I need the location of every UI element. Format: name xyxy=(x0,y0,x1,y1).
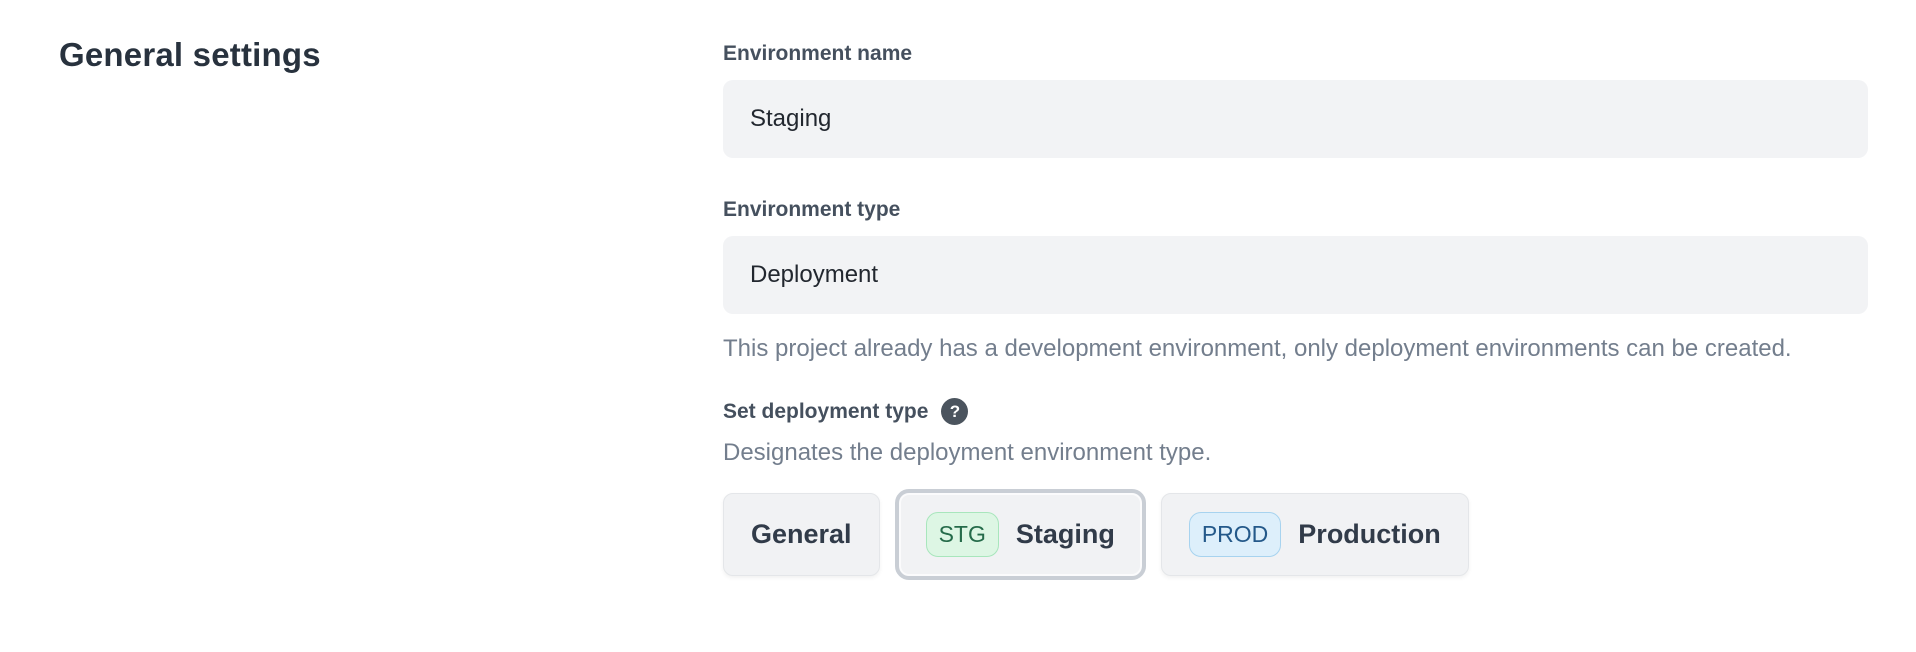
prod-badge: PROD xyxy=(1189,512,1281,557)
environment-type-label: Environment type xyxy=(723,198,1868,222)
option-label: Staging xyxy=(1016,519,1115,550)
general-settings-form: Environment name Environment type This p… xyxy=(723,42,1868,580)
deployment-type-option-production[interactable]: PROD Production xyxy=(1161,493,1469,576)
deployment-type-label-row: Set deployment type ? xyxy=(723,398,1868,425)
deployment-type-label: Set deployment type xyxy=(723,400,928,424)
environment-name-label: Environment name xyxy=(723,42,1868,66)
deployment-type-option-staging[interactable]: STG Staging xyxy=(895,489,1146,580)
deployment-type-options: General STG Staging PROD Production xyxy=(723,489,1868,580)
deployment-type-description: Designates the deployment environment ty… xyxy=(723,439,1868,467)
option-label: Production xyxy=(1298,519,1441,550)
environment-type-input[interactable] xyxy=(723,236,1868,314)
page-title: General settings xyxy=(59,36,321,74)
stg-badge: STG xyxy=(926,512,999,557)
environment-name-input[interactable] xyxy=(723,80,1868,158)
deployment-type-option-general[interactable]: General xyxy=(723,493,880,576)
option-label: General xyxy=(751,519,852,550)
question-mark-icon[interactable]: ? xyxy=(941,398,968,425)
environment-type-note: This project already has a development e… xyxy=(723,329,1813,369)
